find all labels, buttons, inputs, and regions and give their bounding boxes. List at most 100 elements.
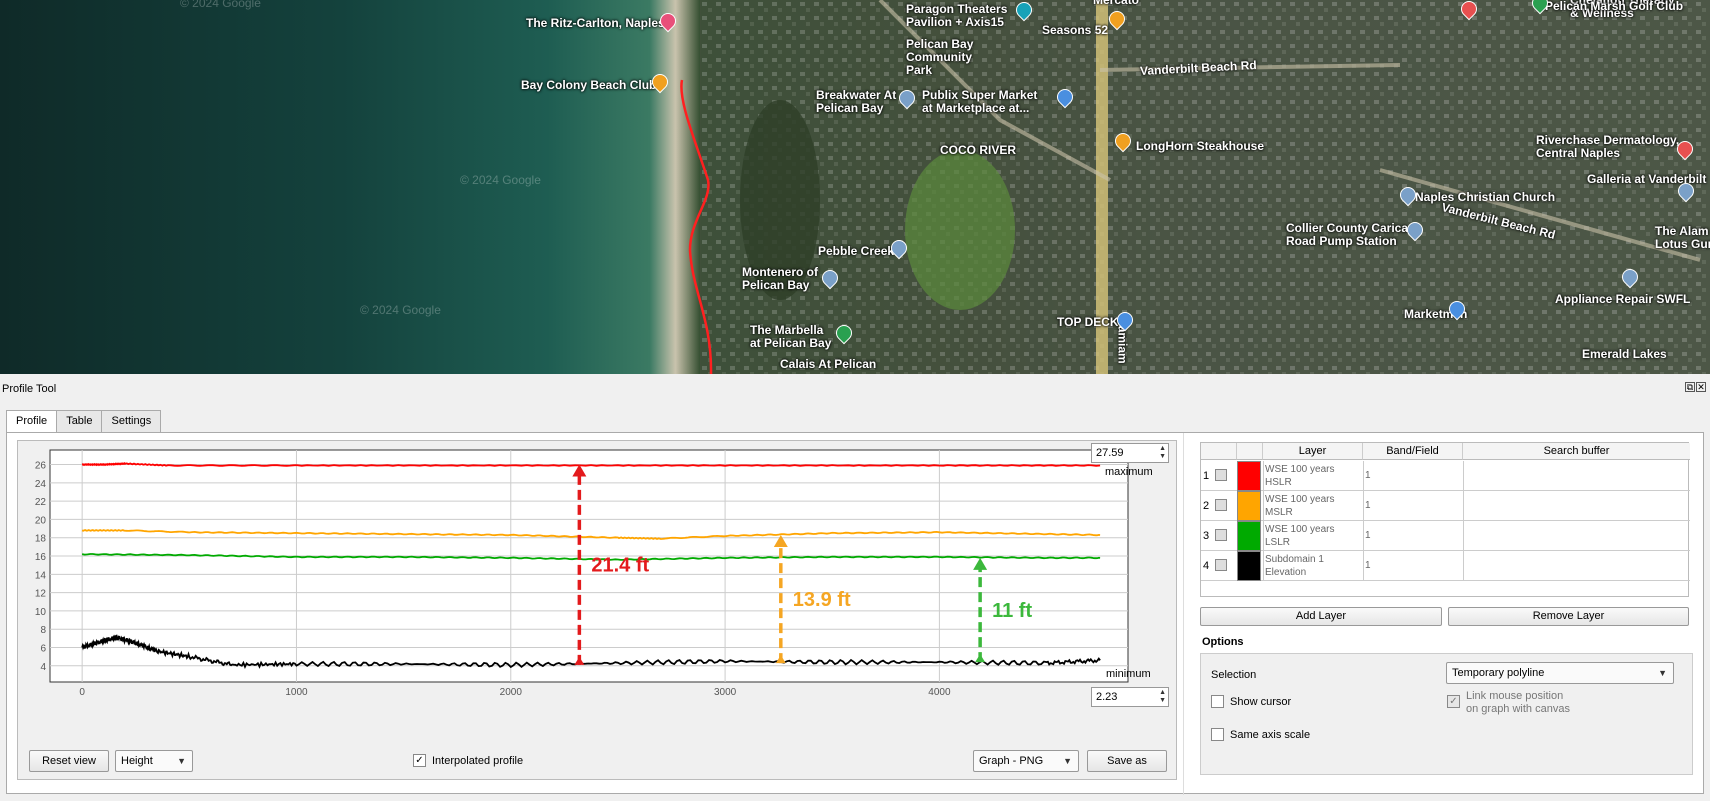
y-tick-label: 4 [40,662,46,673]
interpolated-checkbox[interactable]: ✓ [413,754,426,767]
google-watermark: © 2024 Google [360,303,441,317]
map-canvas[interactable]: The Ritz-Carlton, Naples Bay Colony Beach… [0,0,1710,374]
layer-color-swatch[interactable] [1237,521,1261,551]
y-tick-label: 8 [40,625,46,636]
interpolated-label: Interpolated profile [432,755,524,767]
layer-band[interactable]: 1 [1365,491,1371,521]
layer-row[interactable]: 2 WSE 100 years MSLR 1 [1201,491,1690,521]
map-label-mercato[interactable]: Mercato [1093,0,1139,7]
map-label-montenero[interactable]: Montenero of Pelican Bay [742,266,818,292]
export-format-select[interactable]: Graph - PNG ▼ [973,750,1079,772]
minimum-value: 2.23 [1096,691,1118,703]
reset-view-button[interactable]: Reset view [29,750,109,772]
options-box: Selection Temporary polyline ▼ Show curs… [1200,653,1693,775]
annotation-label: 13.9 ft [793,589,851,611]
layer-color-swatch[interactable] [1237,491,1261,521]
annotation-label: 11 ft [992,600,1032,622]
row-number: 3 [1203,530,1210,542]
layer-visible-checkbox[interactable] [1215,559,1227,571]
y-tick-label: 12 [35,589,47,600]
map-label-seasons[interactable]: Seasons 52 [1042,24,1108,37]
map-label-longhorn[interactable]: LongHorn Steakhouse [1136,140,1264,153]
selection-label: Selection [1211,669,1257,681]
layer-color-swatch[interactable] [1237,551,1261,581]
layer-band[interactable]: 1 [1365,551,1371,581]
google-watermark: © 2024 Google [180,0,261,10]
map-label-riverchase[interactable]: Riverchase Dermatology, Central Naples [1536,134,1679,160]
layer-visible-checkbox[interactable] [1215,469,1227,481]
dock-buttons: ⧉ ✕ [1684,382,1706,393]
header-blank [1201,443,1237,460]
map-label-breakwater[interactable]: Breakwater At Pelican Bay [816,89,896,115]
axis-mode-select[interactable]: Height ▼ [115,750,193,772]
map-label-calais[interactable]: Calais At Pelican [780,358,876,371]
axis-mode-value: Height [121,755,153,767]
map-label-paragon[interactable]: Paragon Theaters Pavilion + Axis15 [906,3,1007,29]
remove-layer-button[interactable]: Remove Layer [1448,607,1689,626]
header-color [1237,443,1263,460]
add-layer-button[interactable]: Add Layer [1200,607,1442,626]
map-label-alam[interactable]: The Alam Lotus Gunw [1655,225,1710,251]
show-cursor-checkbox[interactable] [1211,695,1224,708]
y-tick-label: 22 [35,497,47,508]
map-label-christian[interactable]: Naples Christian Church [1415,191,1555,204]
google-watermark: © 2024 Google [460,173,541,187]
layer-row[interactable]: 4 Subdomain 1 Elevation 1 [1201,551,1690,581]
map-label-emerald[interactable]: Emerald Lakes [1582,348,1667,361]
header-layer: Layer [1263,443,1363,460]
layer-name: WSE 100 years HSLR [1265,464,1335,488]
layer-row[interactable]: 1 WSE 100 years HSLR 1 [1201,461,1690,491]
map-label-coco[interactable]: COCO RIVER [940,144,1016,157]
plot-frame: 0 1000 2000 3000 4000 4 6 8 10 12 14 16 18 20 22 24 26 21… [17,440,1177,780]
close-icon[interactable]: ✕ [1696,382,1706,392]
x-tick-label: 3000 [714,687,737,698]
layer-band[interactable]: 1 [1365,461,1371,491]
same-axis-checkbox[interactable] [1211,728,1224,741]
show-cursor-label: Show cursor [1230,696,1292,708]
y-tick-label: 16 [35,552,47,563]
layer-color-swatch[interactable] [1237,461,1261,491]
row-number: 2 [1203,500,1210,512]
layer-name: WSE 100 years LSLR [1265,524,1335,548]
maximum-spinbox[interactable]: 27.59 ▲ ▼ [1091,443,1169,463]
float-icon[interactable]: ⧉ [1685,382,1695,392]
panel-title: Profile Tool [2,383,57,395]
layer-name: WSE 100 years MSLR [1265,494,1335,518]
profile-tool-panel: Profile Tool ⧉ ✕ Profile Table Settings 0… [0,374,1710,801]
y-tick-label: 20 [35,515,47,526]
map-label-topdeck[interactable]: TOP DECK [1057,316,1119,329]
y-tick-label: 10 [35,607,47,618]
y-tick-label: 18 [35,534,47,545]
spin-arrows-icon[interactable]: ▲ ▼ [1159,445,1166,461]
layer-visible-checkbox[interactable] [1215,529,1227,541]
y-tick-label: 24 [35,479,47,490]
map-label-pelican-park[interactable]: Pelican Bay Community Park [906,38,973,77]
layer-band[interactable]: 1 [1365,521,1371,551]
layer-row[interactable]: 3 WSE 100 years LSLR 1 [1201,521,1690,551]
tab-settings[interactable]: Settings [101,410,162,432]
save-as-button[interactable]: Save as [1087,750,1167,772]
map-label-carica[interactable]: Collier County Carica Road Pump Station [1286,222,1408,248]
tab-profile[interactable]: Profile [6,410,58,433]
tab-table[interactable]: Table [56,410,103,432]
chevron-down-icon: ▼ [1063,756,1072,766]
profile-chart[interactable]: 0 1000 2000 3000 4000 4 6 8 10 12 14 16 18 20 22 24 26 21… [18,441,1176,731]
map-label-bay-colony[interactable]: Bay Colony Beach Club [521,79,656,92]
map-label-publix[interactable]: Publix Super Market at Marketplace at... [922,89,1037,115]
map-label-pebble[interactable]: Pebble Creek [818,245,894,258]
spin-arrows-icon[interactable]: ▲ ▼ [1159,689,1166,705]
header-buffer: Search buffer [1463,443,1690,460]
link-mouse-label: Link mouse position on graph with canvas [1466,690,1570,715]
selection-select[interactable]: Temporary polyline ▼ [1446,662,1674,684]
minimum-label: minimum [1106,668,1151,680]
chevron-down-icon: ▼ [177,756,186,766]
map-label-appliance[interactable]: Appliance Repair SWFL [1555,293,1690,306]
link-mouse-checkbox[interactable]: ✓ [1447,695,1460,708]
maximum-value: 27.59 [1096,447,1124,459]
layer-visible-checkbox[interactable] [1215,499,1227,511]
map-label-pelican-marsh[interactable]: Pelican Marsh Golf Club [1545,0,1683,13]
map-label-ritz[interactable]: The Ritz-Carlton, Naples [526,17,665,30]
x-tick-label: 1000 [285,687,308,698]
minimum-spinbox[interactable]: 2.23 ▲ ▼ [1091,687,1169,707]
map-label-marbella[interactable]: The Marbella at Pelican Bay [750,324,831,350]
